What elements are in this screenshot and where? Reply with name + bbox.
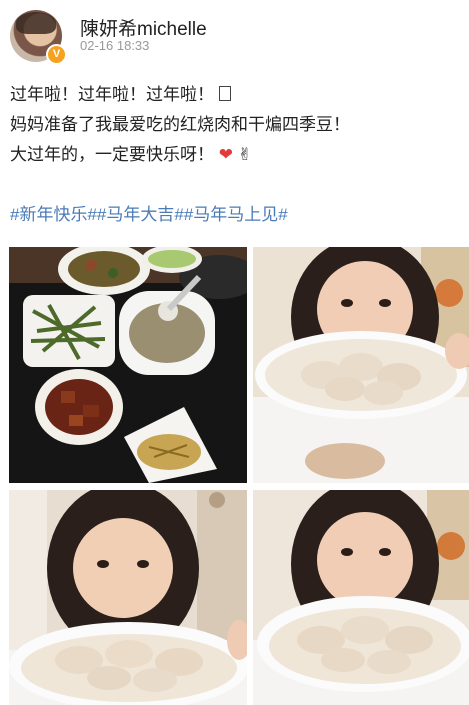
post-body: 过年啦！过年啦！过年啦！ 妈妈准备了我最爱吃的红烧肉和干煸四季豆！ 大过年的，一… bbox=[10, 80, 460, 230]
box-emoji-icon bbox=[218, 86, 231, 101]
photo-dumplings-2[interactable] bbox=[9, 490, 247, 705]
author-name[interactable]: 陳妍希michelle bbox=[80, 14, 207, 41]
post-line-3-text: 大过年的，一定要快乐呀！ bbox=[10, 145, 214, 164]
post-line-1-text: 过年啦！过年啦！过年啦！ bbox=[10, 85, 214, 104]
photo-dumplings-3[interactable] bbox=[253, 490, 469, 705]
heart-icon: ❤ bbox=[218, 145, 233, 164]
post-line-2: 妈妈准备了我最爱吃的红烧肉和干煸四季豆！ bbox=[10, 115, 350, 134]
post-line-3: 大过年的，一定要快乐呀！ ❤ ✌ bbox=[10, 140, 460, 170]
post-header: V 陳妍希michelle 02-16 18:33 bbox=[0, 0, 469, 70]
hand-icon: ✌ bbox=[237, 145, 252, 164]
post-timestamp[interactable]: 02-16 18:33 bbox=[80, 38, 149, 53]
avatar-hair bbox=[16, 12, 56, 34]
verified-badge-icon: V bbox=[46, 44, 67, 65]
hashtag-links[interactable]: #新年快乐##马年大吉##马年马上见# bbox=[10, 200, 460, 230]
post-line-1: 过年啦！过年啦！过年啦！ bbox=[10, 80, 460, 110]
photo-dumplings-1[interactable] bbox=[253, 247, 469, 483]
photo-dishes[interactable] bbox=[9, 247, 247, 483]
